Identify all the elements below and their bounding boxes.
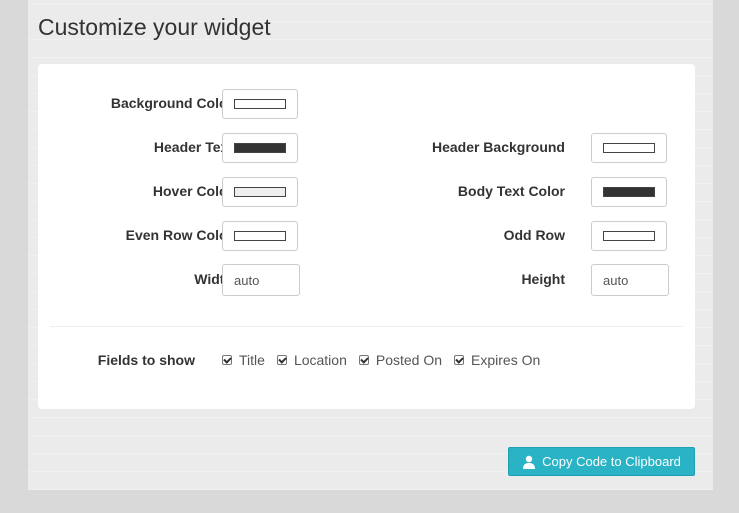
field-expires-on[interactable]: Expires On (454, 352, 540, 368)
background-color-label: Background Color (110, 95, 233, 111)
title-checkbox-label: Title (239, 352, 265, 368)
settings-card: Background Color Header Text Header Back… (38, 64, 695, 409)
width-input[interactable] (222, 264, 300, 296)
header-background-color-picker[interactable] (591, 133, 667, 163)
even-row-color-picker[interactable] (222, 221, 298, 251)
header-text-color-picker[interactable] (222, 133, 298, 163)
location-checkbox[interactable] (276, 355, 287, 365)
background-color-picker[interactable] (222, 89, 298, 119)
posted-on-checkbox-label: Posted On (375, 352, 443, 368)
user-icon (523, 455, 536, 469)
header-background-swatch (603, 143, 655, 153)
divider (50, 326, 683, 327)
field-title[interactable]: Title (222, 352, 265, 368)
odd-row-color-picker[interactable] (591, 221, 667, 251)
posted-on-checkbox[interactable] (358, 355, 369, 365)
even-row-color-swatch (234, 231, 286, 241)
hover-color-picker[interactable] (222, 177, 298, 207)
odd-row-color-swatch (603, 231, 655, 241)
field-location[interactable]: Location (276, 352, 347, 368)
header-text-label: Header Text (153, 139, 233, 155)
hover-color-swatch (234, 187, 286, 197)
page-title: Customize your widget (38, 14, 271, 40)
header-text-swatch (234, 143, 286, 153)
expires-on-checkbox[interactable] (454, 355, 465, 365)
odd-row-label: Odd Row (503, 227, 565, 243)
background-color-swatch (234, 99, 286, 109)
field-posted-on[interactable]: Posted On (358, 352, 443, 368)
width-label: Width (194, 271, 233, 287)
copy-code-button[interactable]: Copy Code to Clipboard (508, 447, 695, 476)
height-input[interactable] (591, 264, 669, 296)
hover-color-label: Hover Color (152, 183, 233, 199)
fields-checkbox-group: Title Location Posted On Expires On (222, 350, 552, 370)
body-text-color-picker[interactable] (591, 177, 667, 207)
expires-on-checkbox-label: Expires On (471, 352, 541, 368)
fields-to-show-label: Fields to show (97, 352, 195, 368)
location-checkbox-label: Location (293, 352, 347, 368)
header-background-label: Header Background (431, 139, 565, 155)
copy-code-label: Copy Code to Clipboard (542, 454, 681, 469)
height-label: Height (521, 271, 565, 287)
body-text-color-label: Body Text Color (457, 183, 565, 199)
body-text-color-swatch (603, 187, 655, 197)
title-checkbox[interactable] (222, 355, 232, 365)
even-row-color-label: Even Row Color (125, 227, 233, 243)
